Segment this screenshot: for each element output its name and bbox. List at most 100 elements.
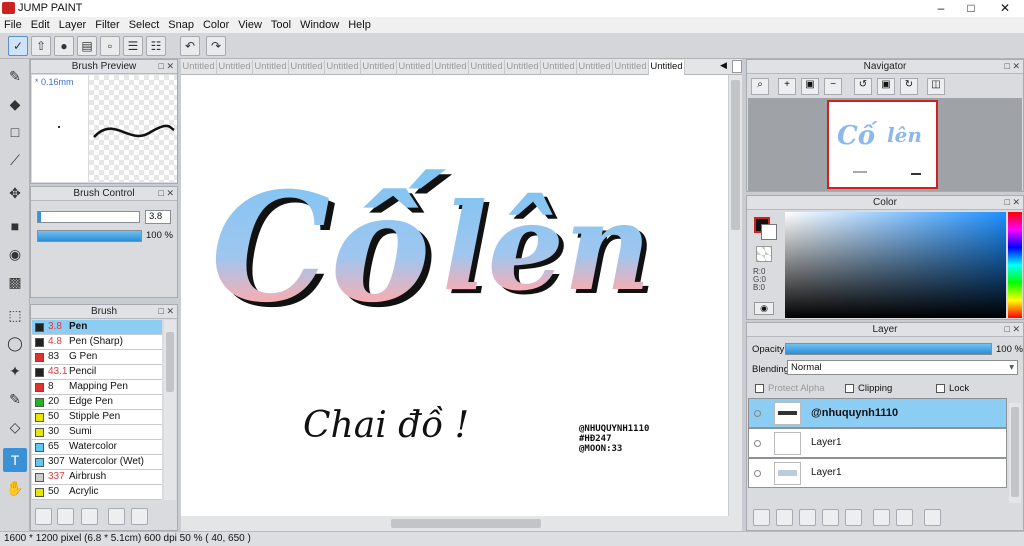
hue-slider[interactable] <box>1008 212 1022 318</box>
tab-menu-icon[interactable] <box>732 60 742 73</box>
tab-untitled[interactable]: Untitled <box>397 60 433 75</box>
menu-snap[interactable]: Snap <box>168 19 194 31</box>
menu-file[interactable]: File <box>4 19 22 31</box>
panel-close-icon[interactable]: □ ✕ <box>1005 323 1020 336</box>
tab-untitled[interactable]: Untitled <box>577 60 613 75</box>
new-page-icon[interactable] <box>57 508 74 525</box>
list-icon[interactable]: ☰ <box>123 36 143 56</box>
panel-close-icon[interactable]: □ ✕ <box>159 60 174 73</box>
layer-row[interactable]: @nhuquynh1110 <box>748 398 1007 428</box>
brush-add-icon[interactable] <box>35 508 52 525</box>
bucket-icon[interactable]: ◉ <box>3 242 27 266</box>
new-layer-icon[interactable] <box>753 509 770 526</box>
opacity-slider[interactable] <box>37 230 142 242</box>
tab-untitled[interactable]: Untitled <box>613 60 649 75</box>
panel-close-icon[interactable]: □ ✕ <box>1005 60 1020 73</box>
size-value[interactable]: 3.8 <box>145 210 171 224</box>
fill-rect-icon[interactable]: ■ <box>3 214 27 238</box>
menu-edit[interactable]: Edit <box>31 19 50 31</box>
brush-item[interactable]: 30 Sumi <box>32 425 162 440</box>
share-icon[interactable]: ⇧ <box>31 36 51 56</box>
menu-help[interactable]: Help <box>348 19 371 31</box>
folder-icon[interactable] <box>131 508 148 525</box>
brush-item[interactable]: 337 Airbrush <box>32 470 162 485</box>
brush-item[interactable]: 50 Stipple Pen <box>32 410 162 425</box>
rectangle-icon[interactable]: □ <box>3 120 27 144</box>
tab-untitled[interactable]: Untitled <box>505 60 541 75</box>
redo-icon[interactable]: ↷ <box>206 36 226 56</box>
transparent-color[interactable] <box>756 246 772 262</box>
brush-item[interactable]: 43.1 Pencil <box>32 365 162 380</box>
move-icon[interactable]: ✥ <box>3 181 27 205</box>
rotate-reset-icon[interactable]: ▣ <box>877 78 895 95</box>
tab-untitled[interactable]: Untitled <box>361 60 397 75</box>
menu-select[interactable]: Select <box>129 19 160 31</box>
close-button[interactable]: ✕ <box>990 0 1020 17</box>
brush-item[interactable]: 83 G Pen <box>32 350 162 365</box>
comment-icon[interactable]: ▤ <box>77 36 97 56</box>
select-eraser-icon[interactable]: ◇ <box>3 415 27 439</box>
select-rect-icon[interactable]: ⬚ <box>3 303 27 327</box>
blending-select[interactable]: Normal ▾ <box>787 360 1018 375</box>
menu-layer[interactable]: Layer <box>59 19 87 31</box>
panel-close-icon[interactable]: □ ✕ <box>159 305 174 318</box>
visibility-icon[interactable] <box>754 470 761 477</box>
tab-untitled[interactable]: Untitled <box>217 60 253 75</box>
zoom-in-icon[interactable]: + <box>778 78 796 95</box>
tab-untitled[interactable]: Untitled <box>181 60 217 75</box>
layer-settings-icon[interactable] <box>896 509 913 526</box>
hand-icon[interactable]: ✋ <box>3 476 27 500</box>
zoom-reset-icon[interactable]: ⌕ <box>751 78 769 95</box>
text-icon[interactable]: T <box>3 448 27 472</box>
flip-icon[interactable]: ◫ <box>927 78 945 95</box>
layer-row[interactable]: Layer1 <box>748 428 1007 458</box>
brush-item[interactable]: 8 Mapping Pen <box>32 380 162 395</box>
protect-alpha-checkbox[interactable] <box>755 384 764 393</box>
lasso-icon[interactable]: ◯ <box>3 331 27 355</box>
brush-item[interactable]: 3.8 Pen <box>32 320 162 335</box>
size-slider[interactable] <box>37 211 140 223</box>
tab-untitled[interactable]: Untitled <box>325 60 361 75</box>
menu-view[interactable]: View <box>238 19 262 31</box>
tab-untitled[interactable]: Untitled <box>289 60 325 75</box>
menu-color[interactable]: Color <box>203 19 229 31</box>
tab-untitled[interactable]: Untitled <box>469 60 505 75</box>
settings-list-icon[interactable]: ☷ <box>146 36 166 56</box>
select-pen-icon[interactable]: ✎ <box>3 387 27 411</box>
layer-scrollbar[interactable] <box>1009 403 1021 503</box>
magic-wand-icon[interactable]: ✦ <box>3 359 27 383</box>
maximize-button[interactable]: □ <box>956 0 986 17</box>
layer-folder-icon[interactable] <box>845 509 862 526</box>
menu-tool[interactable]: Tool <box>271 19 291 31</box>
tab-untitled[interactable]: Untitled <box>649 60 685 75</box>
layer-mask-icon[interactable] <box>822 509 839 526</box>
visibility-icon[interactable] <box>754 440 761 447</box>
check-icon[interactable]: ✓ <box>8 36 28 56</box>
rotate-right-icon[interactable]: ↻ <box>900 78 918 95</box>
brush-scrollbar[interactable] <box>164 320 176 500</box>
fit-screen-icon[interactable]: ▣ <box>801 78 819 95</box>
eraser-icon[interactable]: ◆ <box>3 92 27 116</box>
rotate-left-icon[interactable]: ↺ <box>854 78 872 95</box>
speech-bubble-icon[interactable]: ● <box>54 36 74 56</box>
brush-icon[interactable]: ✎ <box>3 64 27 88</box>
visibility-icon[interactable] <box>754 410 761 417</box>
tab-untitled[interactable]: Untitled <box>253 60 289 75</box>
layer-row[interactable]: Layer1 <box>748 458 1007 488</box>
panel-close-icon[interactable]: □ ✕ <box>1005 196 1020 209</box>
tab-scroll-left-icon[interactable]: ◀ <box>720 60 730 73</box>
brush-copy-icon[interactable] <box>81 508 98 525</box>
clipping-checkbox[interactable] <box>845 384 854 393</box>
canvas-vertical-scrollbar[interactable] <box>729 75 742 516</box>
brush-item[interactable]: 65 Watercolor <box>32 440 162 455</box>
minimize-button[interactable]: – <box>926 0 956 17</box>
eyedropper-icon[interactable]: ◉ <box>754 302 774 315</box>
brush-item[interactable]: 20 Edge Pen <box>32 395 162 410</box>
import-layer-icon[interactable] <box>799 509 816 526</box>
line-icon[interactable]: ⟋ <box>3 148 27 172</box>
merge-layer-icon[interactable] <box>873 509 890 526</box>
color-picker-square[interactable] <box>785 212 1006 318</box>
navigator-thumbnail[interactable]: Cố lên <box>827 100 938 189</box>
page-icon[interactable]: ▫ <box>100 36 120 56</box>
tab-untitled[interactable]: Untitled <box>541 60 577 75</box>
